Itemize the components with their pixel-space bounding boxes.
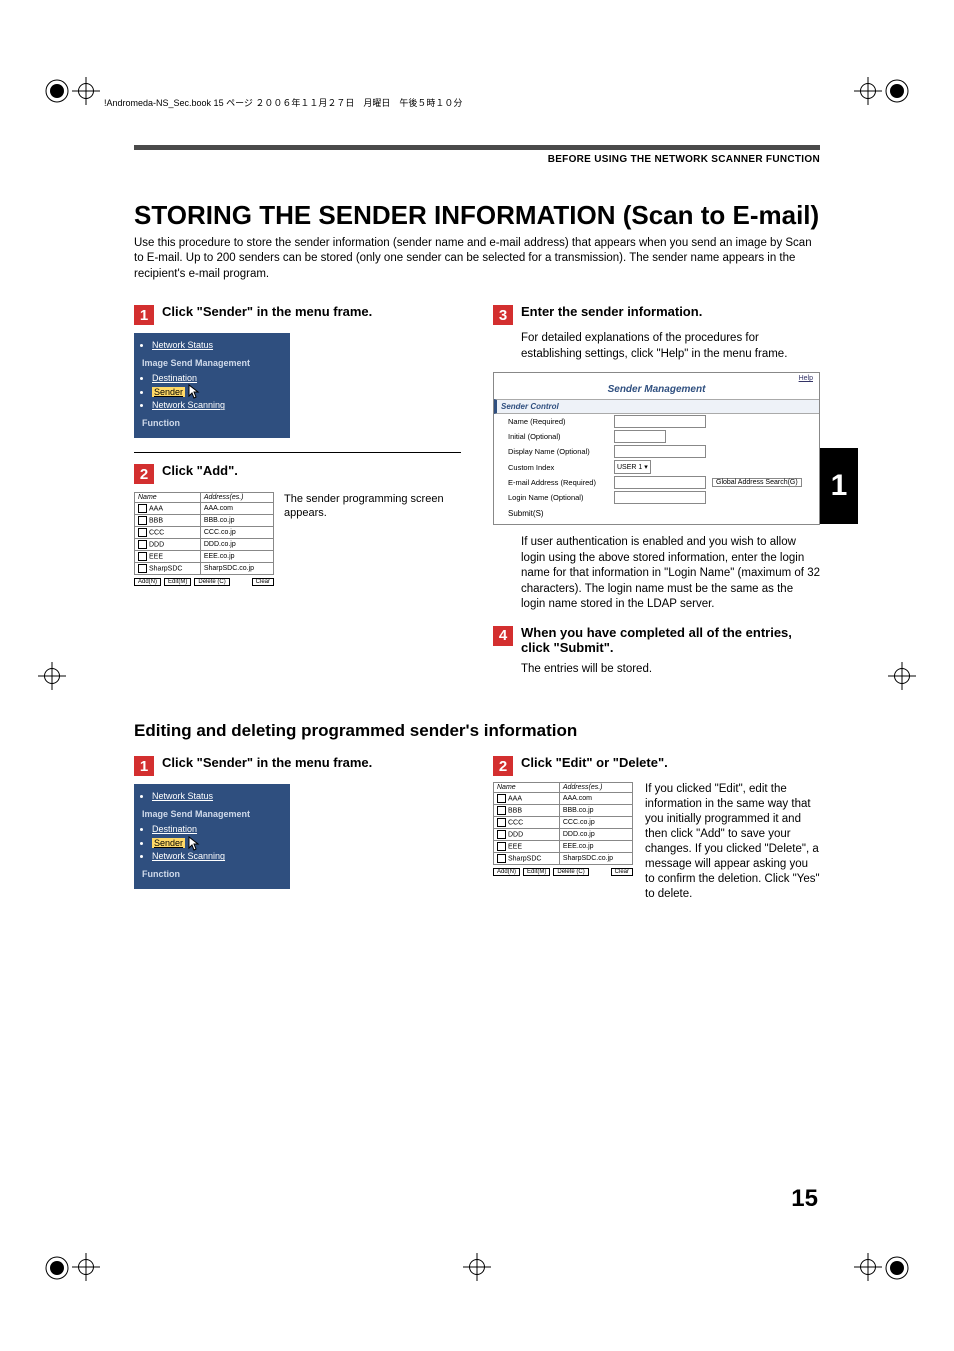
step-title: When you have completed all of the entri… (521, 625, 820, 656)
link-destination[interactable]: Destination (152, 824, 197, 834)
edit-button[interactable]: Edit(M) (523, 868, 550, 876)
crosshair-bc (463, 1253, 491, 1281)
crosshair-bl (72, 1253, 100, 1281)
sel-custom-index[interactable]: USER 1 ▾ (614, 460, 651, 474)
cursor-icon (188, 838, 200, 850)
link-sender[interactable]: Sender (154, 387, 183, 397)
page-title: STORING THE SENDER INFORMATION (Scan to … (134, 201, 820, 230)
step-number: 4 (493, 626, 513, 646)
sender-table: NameAddress(es.) AAAAAA.com BBBBBB.co.jp… (134, 492, 274, 575)
clear-button[interactable]: Clear (252, 578, 274, 586)
lbl-login: Login Name (Optional) (508, 493, 608, 502)
menu-group-label: Image Send Management (142, 808, 282, 822)
col-address: Address(es.) (200, 493, 273, 503)
step-number: 2 (134, 464, 154, 484)
step-title: Enter the sender information. (521, 304, 702, 320)
menu-group-function: Function (142, 868, 282, 882)
col-name: Name (135, 493, 201, 503)
print-header: !Andromeda-NS_Sec.book 15 ページ ２００６年１１月２７… (104, 96, 462, 109)
step-divider (134, 452, 461, 453)
edit-button[interactable]: Edit(M) (164, 578, 191, 586)
step-desc: If user authentication is enabled and yo… (521, 535, 820, 613)
step-caption: The sender programming screen appears. (284, 492, 461, 521)
regmark-tl (44, 78, 70, 104)
lbl-email: E-mail Address (Required) (508, 478, 608, 487)
intro-text: Use this procedure to store the sender i… (134, 236, 820, 283)
link-network-scanning[interactable]: Network Scanning (152, 400, 225, 410)
delete-button[interactable]: Delete (C) (194, 578, 229, 586)
crosshair-tr (854, 77, 882, 105)
menu-screenshot: Network Status Image Send Management Des… (134, 333, 290, 438)
col-name: Name (494, 783, 560, 793)
regmark-bl (44, 1255, 70, 1281)
submit-button[interactable]: Submit(S) (508, 509, 544, 518)
fld-display[interactable] (614, 445, 706, 458)
add-button[interactable]: Add(N) (493, 868, 520, 876)
lbl-initial: Initial (Optional) (508, 432, 608, 441)
step-number: 3 (493, 305, 513, 325)
crosshair-br (854, 1253, 882, 1281)
sender-table: NameAddress(es.) AAAAAA.com BBBBBB.co.jp… (493, 782, 633, 865)
subheading: Editing and deleting programmed sender's… (134, 721, 820, 741)
regmark-tr (884, 78, 910, 104)
help-link[interactable]: Help (494, 373, 819, 382)
menu-group-function: Function (142, 417, 282, 431)
step-number: 1 (134, 305, 154, 325)
crosshair-mr (888, 662, 916, 690)
step-number: 1 (134, 756, 154, 776)
link-network-status[interactable]: Network Status (152, 791, 213, 801)
step-desc: The entries will be stored. (521, 662, 820, 678)
clear-button[interactable]: Clear (611, 868, 633, 876)
link-network-scanning[interactable]: Network Scanning (152, 851, 225, 861)
fld-login[interactable] (614, 491, 706, 504)
fld-name[interactable] (614, 415, 706, 428)
link-network-status[interactable]: Network Status (152, 340, 213, 350)
col-address: Address(es.) (559, 783, 632, 793)
lbl-display: Display Name (Optional) (508, 447, 608, 456)
menu-group-label: Image Send Management (142, 357, 282, 371)
top-rule (134, 145, 820, 150)
link-sender[interactable]: Sender (154, 838, 183, 848)
lbl-custom-index: Custom Index (508, 463, 608, 472)
link-destination[interactable]: Destination (152, 373, 197, 383)
add-button[interactable]: Add(N) (134, 578, 161, 586)
crosshair-tl (72, 77, 100, 105)
step-title: Click "Sender" in the menu frame. (162, 755, 372, 771)
section-header: BEFORE USING THE NETWORK SCANNER FUNCTIO… (134, 154, 820, 165)
step-title: Click "Add". (162, 463, 238, 479)
chapter-tab: 1 (820, 448, 858, 524)
crosshair-ml (38, 662, 66, 690)
sm-section: Sender Control (494, 399, 819, 414)
step-title: Click "Sender" in the menu frame. (162, 304, 372, 320)
fld-email[interactable] (614, 476, 706, 489)
delete-button[interactable]: Delete (C) (553, 868, 588, 876)
global-search-button[interactable]: Global Address Search(G) (712, 478, 802, 487)
cursor-icon (188, 386, 200, 398)
step-title: Click "Edit" or "Delete". (521, 755, 668, 771)
menu-screenshot: Network Status Image Send Management Des… (134, 784, 290, 889)
step-desc: For detailed explanations of the procedu… (521, 331, 820, 362)
sm-title: Sender Management (494, 382, 819, 399)
page-number: 15 (791, 1185, 818, 1213)
lbl-name: Name (Required) (508, 417, 608, 426)
step-number: 2 (493, 756, 513, 776)
sender-management-screenshot: Help Sender Management Sender Control Na… (493, 372, 820, 525)
fld-initial[interactable] (614, 430, 666, 443)
step-desc: If you clicked "Edit", edit the informat… (645, 782, 820, 902)
regmark-br (884, 1255, 910, 1281)
